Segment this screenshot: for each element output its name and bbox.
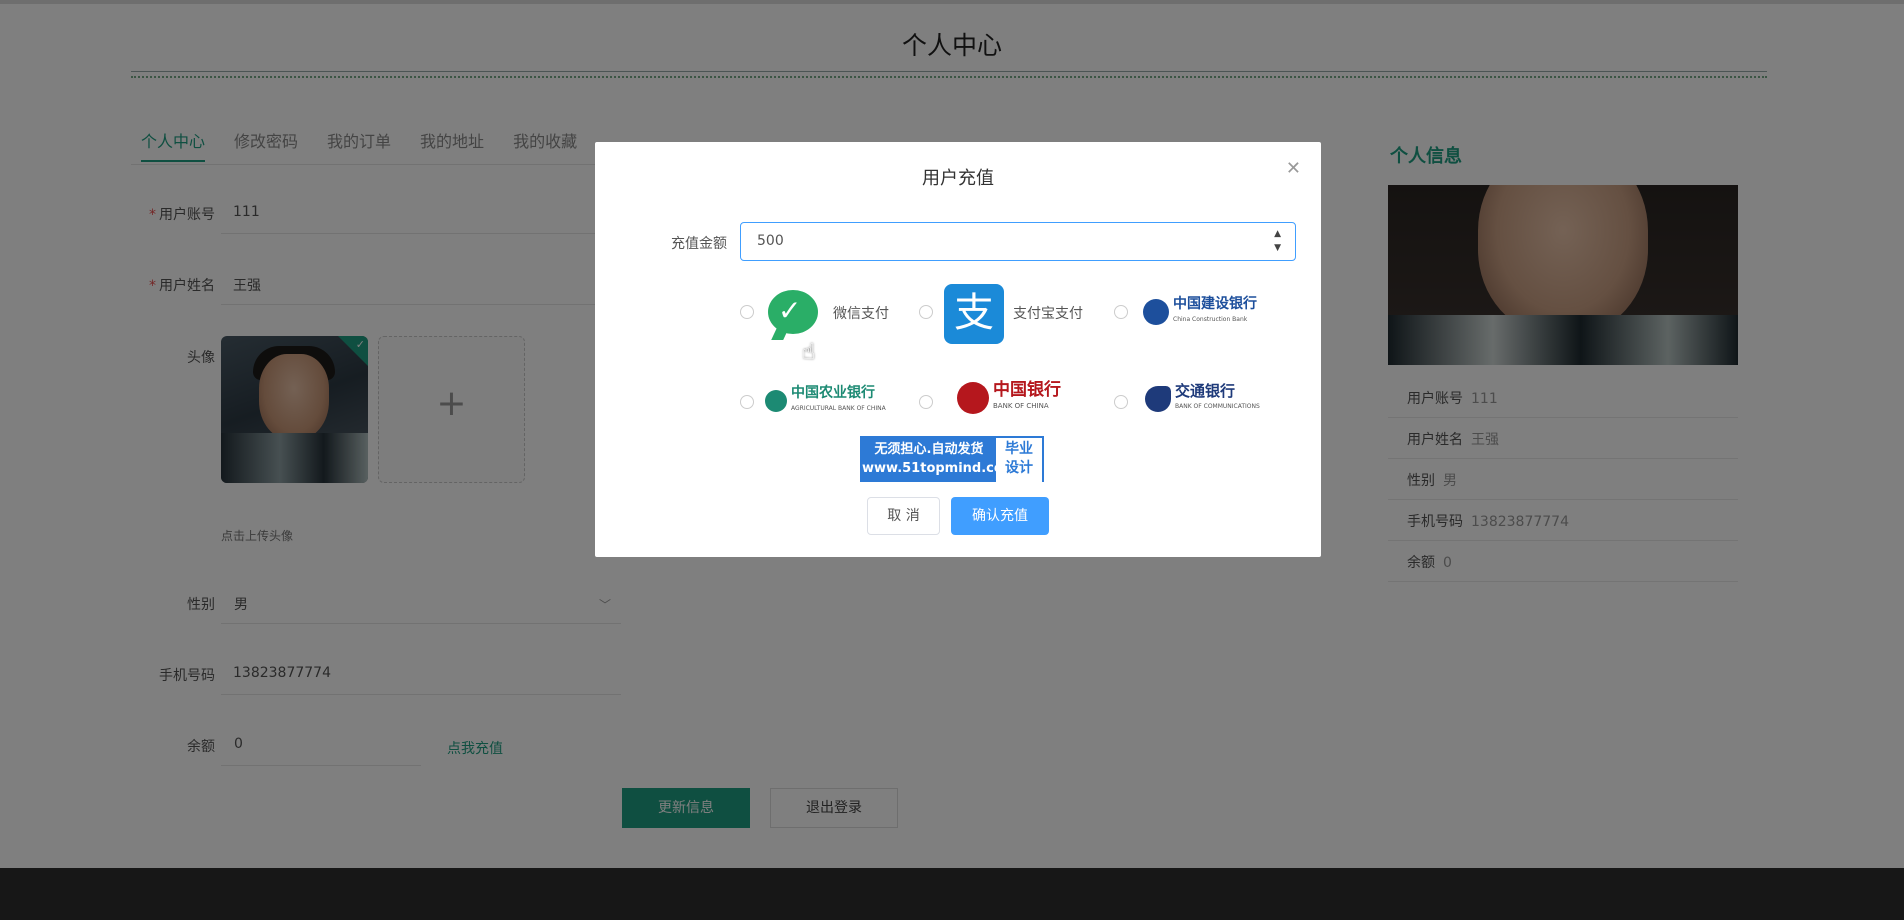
ccb-logo[interactable]: 中国建设银行 China Construction Bank (1143, 297, 1257, 333)
radio-abc[interactable] (740, 395, 754, 409)
boc-icon (957, 382, 989, 414)
hand-pointer-icon: ☝ (802, 340, 816, 365)
abc-icon (765, 390, 787, 412)
radio-bocom[interactable] (1114, 395, 1128, 409)
ccb-icon (1143, 299, 1169, 325)
bocom-icon (1145, 386, 1171, 412)
cancel-button[interactable]: 取 消 (867, 497, 940, 535)
radio-wechat[interactable] (740, 305, 754, 319)
bocom-logo[interactable]: 交通银行 BANK OF COMMUNICATIONS (1145, 384, 1260, 420)
wechat-pay-label[interactable]: 微信支付 (833, 303, 889, 323)
watermark-banner: 无须担心.自动发货 www.51topmind.com 毕业 设计 (860, 436, 1044, 482)
close-icon[interactable]: ✕ (1286, 158, 1301, 179)
amount-value[interactable]: 500 (757, 233, 784, 249)
amount-label: 充值金额 (671, 236, 727, 252)
radio-alipay[interactable] (919, 305, 933, 319)
dialog-title: 用户充值 (922, 168, 994, 189)
recharge-dialog: 用户充值 ✕ 充值金额 500 ▲ ▼ ✓ 微信支付 支 支付宝支付 中国建设银行… (595, 142, 1321, 557)
abc-logo[interactable]: 中国农业银行 AGRICULTURAL BANK OF CHINA (765, 386, 886, 422)
radio-ccb[interactable] (1114, 305, 1128, 319)
confirm-recharge-button[interactable]: 确认充值 (951, 497, 1049, 535)
wechat-pay-icon[interactable]: ✓ (768, 290, 818, 334)
alipay-label[interactable]: 支付宝支付 (1013, 303, 1083, 323)
alipay-icon[interactable]: 支 (944, 284, 1004, 344)
amount-stepper[interactable]: ▲ ▼ (1274, 227, 1281, 255)
boc-logo[interactable]: 中国银行 BANK OF CHINA (957, 382, 1061, 418)
amount-input[interactable]: 500 ▲ ▼ (740, 222, 1296, 261)
radio-boc[interactable] (919, 395, 933, 409)
